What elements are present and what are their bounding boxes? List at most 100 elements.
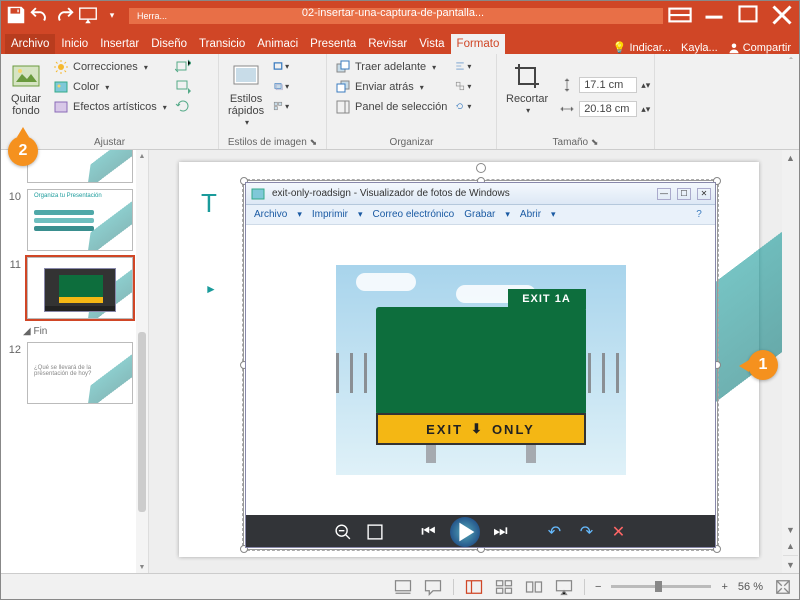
tab-review[interactable]: Revisar bbox=[362, 34, 413, 54]
document-title: 02-insertar-una-captura-de-pantalla... bbox=[302, 7, 484, 19]
bring-forward-icon bbox=[335, 59, 351, 75]
group-label-styles: Estilos de imagen ⬊ bbox=[225, 136, 320, 148]
fit-window-icon[interactable] bbox=[773, 578, 793, 596]
notes-button[interactable] bbox=[393, 578, 413, 596]
align-icon[interactable]: ▾ bbox=[455, 58, 471, 74]
workspace: Elige tu Tema 10Organiza tu Presentación… bbox=[1, 150, 799, 573]
color-button[interactable]: Color▾ bbox=[51, 78, 169, 96]
corrections-button[interactable]: Correcciones▾ bbox=[51, 58, 169, 76]
delete-icon: ✕ bbox=[608, 521, 630, 543]
minimize-icon[interactable] bbox=[697, 1, 731, 29]
slideshow-view-icon[interactable] bbox=[554, 578, 574, 596]
maximize-icon[interactable] bbox=[731, 1, 765, 29]
close-icon[interactable] bbox=[765, 1, 799, 29]
undo-icon[interactable] bbox=[29, 4, 51, 26]
thumbnails-scrollbar[interactable]: ▲▼ bbox=[136, 150, 148, 573]
zoom-out-button[interactable]: − bbox=[595, 581, 601, 593]
slide-thumbnail[interactable]: Organiza tu Presentación bbox=[27, 189, 133, 251]
remove-background-button[interactable]: Quitar fondo bbox=[7, 58, 45, 136]
crop-button[interactable]: Recortar▾ bbox=[503, 58, 551, 136]
user-label[interactable]: Kayla... bbox=[681, 42, 718, 54]
sign-tab: EXIT 1A bbox=[508, 289, 586, 309]
pv-minimize-icon: — bbox=[657, 188, 671, 200]
width-field[interactable]: 20.18 cm▴▾ bbox=[557, 100, 652, 118]
selection-pane-button[interactable]: Panel de selección bbox=[333, 98, 449, 116]
zoom-out-icon bbox=[332, 521, 354, 543]
remove-bg-icon bbox=[10, 60, 42, 92]
reset-picture-icon[interactable] bbox=[175, 98, 191, 114]
tab-home[interactable]: Inicio bbox=[55, 34, 94, 54]
slide-canvas[interactable]: T ► exit-only-roadsign - Visualizador de… bbox=[149, 150, 799, 573]
tab-transitions[interactable]: Transicio bbox=[193, 34, 251, 54]
tab-animations[interactable]: Animaci bbox=[251, 34, 304, 54]
crop-icon bbox=[511, 60, 543, 92]
inserted-screenshot[interactable]: exit-only-roadsign - Visualizador de fot… bbox=[245, 182, 716, 548]
slide-thumbnail[interactable]: ¿Qué se llevará de la presentación de ho… bbox=[27, 342, 133, 404]
collapse-ribbon-icon[interactable]: ˆ bbox=[783, 54, 799, 149]
share-button[interactable]: Compartir bbox=[728, 42, 791, 54]
change-picture-icon[interactable] bbox=[175, 78, 191, 94]
start-slideshow-icon[interactable] bbox=[77, 4, 99, 26]
rotate-ccw-icon: ↶ bbox=[544, 521, 566, 543]
lightbulb-icon: 💡 bbox=[613, 41, 627, 54]
statusbar: − + 56 % bbox=[1, 573, 799, 599]
picture-layout-icon[interactable]: ▾ bbox=[273, 98, 289, 114]
photoviewer-titlebar: exit-only-roadsign - Visualizador de fot… bbox=[246, 183, 715, 205]
brightness-icon bbox=[53, 59, 69, 75]
slide-thumbnail[interactable]: Elige tu Tema bbox=[27, 150, 133, 183]
play-icon bbox=[450, 517, 480, 547]
tab-file[interactable]: Archivo bbox=[5, 34, 55, 54]
quick-styles-button[interactable]: Estilos rápidos▾ bbox=[225, 58, 267, 136]
person-icon bbox=[728, 42, 740, 54]
next-icon: ⏭ bbox=[490, 521, 512, 543]
bring-forward-button[interactable]: Traer adelante▾ bbox=[333, 58, 449, 76]
callout-2: 2 bbox=[8, 136, 38, 166]
ribbon-tabs: Archivo Inicio Insertar Diseño Transicio… bbox=[1, 29, 799, 54]
send-backward-button[interactable]: Enviar atrás▾ bbox=[333, 78, 449, 96]
fit-icon bbox=[364, 521, 386, 543]
compress-icon[interactable] bbox=[175, 58, 191, 74]
photoviewer-menu: Archivo▾ Imprimir▾ Correo electrónico Gr… bbox=[246, 205, 715, 225]
vertical-scrollbar[interactable]: ▲▼▲▼ bbox=[782, 150, 799, 573]
artistic-effects-button[interactable]: Efectos artísticos▾ bbox=[51, 98, 169, 116]
zoom-slider[interactable] bbox=[611, 585, 711, 588]
tab-view[interactable]: Vista bbox=[413, 34, 450, 54]
section-header[interactable]: ◢ Fin bbox=[1, 322, 148, 339]
zoom-in-button[interactable]: + bbox=[721, 581, 727, 593]
tab-insert[interactable]: Insertar bbox=[94, 34, 145, 54]
reading-view-icon[interactable] bbox=[524, 578, 544, 596]
zoom-level[interactable]: 56 % bbox=[738, 581, 763, 593]
group-icon[interactable]: ▾ bbox=[455, 78, 471, 94]
group-label-arrange: Organizar bbox=[333, 136, 490, 148]
titlebar: ▾ 02-insertar-una-captura-de-pantalla...… bbox=[1, 1, 799, 29]
selection-pane-icon bbox=[335, 99, 351, 115]
picture-effects-icon[interactable]: ▾ bbox=[273, 78, 289, 94]
rotate-icon[interactable]: ▾ bbox=[455, 98, 471, 114]
normal-view-icon[interactable] bbox=[464, 578, 484, 596]
tab-format[interactable]: Formato bbox=[451, 34, 506, 54]
save-icon[interactable] bbox=[5, 4, 27, 26]
tab-design[interactable]: Diseño bbox=[145, 34, 193, 54]
help-icon: ? bbox=[691, 207, 707, 223]
pv-maximize-icon: ☐ bbox=[677, 188, 691, 200]
pv-close-icon: ✕ bbox=[697, 188, 711, 200]
send-back-icon bbox=[335, 79, 351, 95]
artistic-icon bbox=[53, 99, 69, 115]
height-icon bbox=[559, 77, 575, 93]
rotate-cw-icon: ↷ bbox=[576, 521, 598, 543]
rotate-handle[interactable] bbox=[476, 163, 486, 173]
redo-icon[interactable] bbox=[53, 4, 75, 26]
sorter-view-icon[interactable] bbox=[494, 578, 514, 596]
qat-customize-icon[interactable]: ▾ bbox=[101, 4, 123, 26]
picture-border-icon[interactable]: ▾ bbox=[273, 58, 289, 74]
exit-only-sign: EXIT⬇ONLY bbox=[376, 413, 586, 445]
slide-thumbnail-selected[interactable] bbox=[27, 257, 133, 319]
height-field[interactable]: 17.1 cm▴▾ bbox=[557, 76, 652, 94]
tab-slideshow[interactable]: Presenta bbox=[304, 34, 362, 54]
tell-me[interactable]: 💡Indicar... bbox=[613, 41, 671, 54]
width-icon bbox=[559, 101, 575, 117]
ribbon-options-icon[interactable] bbox=[663, 1, 697, 29]
ribbon: Quitar fondo Correcciones▾ Color▾ Efecto… bbox=[1, 54, 799, 150]
comments-button[interactable] bbox=[423, 578, 443, 596]
group-label-size: Tamaño ⬊ bbox=[503, 136, 648, 148]
